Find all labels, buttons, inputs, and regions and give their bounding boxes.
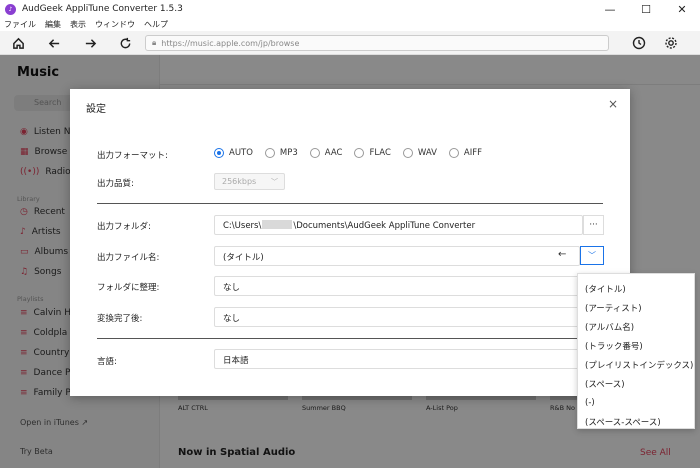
format-aac-radio[interactable]: AAC xyxy=(309,148,342,158)
back-arrow-icon[interactable] xyxy=(45,34,63,52)
dialog-title: 設定 xyxy=(86,104,106,115)
output-folder-label: 出力フォルダ: xyxy=(97,222,151,232)
maximize-button[interactable]: ☐ xyxy=(628,0,664,18)
title-bar: ♪ AudGeek AppliTune Converter 1.5.3 — ☐ … xyxy=(0,0,700,18)
dialog-close-button[interactable]: × xyxy=(608,97,618,111)
dropdown-item-space[interactable]: (スペース) xyxy=(578,374,694,393)
radio-selected-icon xyxy=(214,148,224,158)
dropdown-item-artist[interactable]: (アーティスト) xyxy=(578,298,694,317)
dropdown-item-album[interactable]: (アルバム名) xyxy=(578,317,694,336)
menu-file[interactable]: ファイル xyxy=(4,19,36,30)
format-mp3-radio[interactable]: MP3 xyxy=(264,148,298,158)
section-divider xyxy=(97,203,603,204)
reload-icon[interactable] xyxy=(116,34,134,52)
dropdown-item-title[interactable]: (タイトル) xyxy=(578,279,694,298)
section-divider xyxy=(97,338,603,339)
after-convert-select[interactable]: なし xyxy=(214,307,580,327)
chevron-down-icon: ﹀ xyxy=(271,178,278,186)
forward-arrow-icon[interactable] xyxy=(81,34,99,52)
radio-icon xyxy=(402,148,413,158)
home-icon[interactable] xyxy=(9,34,27,52)
menu-help[interactable]: ヘルプ xyxy=(144,19,168,30)
output-format-label: 出力フォーマット: xyxy=(97,151,168,161)
dropdown-item-playlist-index[interactable]: (プレイリストインデックス) xyxy=(578,355,694,374)
organize-folder-select[interactable]: なし xyxy=(214,276,580,296)
output-quality-select[interactable]: 256kbps ﹀ xyxy=(214,173,285,190)
url-text: https://music.apple.com/jp/browse xyxy=(161,38,300,48)
settings-gear-icon[interactable] xyxy=(662,34,680,52)
menu-view[interactable]: 表示 xyxy=(70,19,86,30)
close-window-button[interactable]: ✕ xyxy=(664,0,700,18)
radio-icon xyxy=(309,148,320,158)
redacted-username xyxy=(262,220,293,229)
window-controls: — ☐ ✕ xyxy=(592,0,700,18)
filename-dropdown-button[interactable]: ﹀ xyxy=(580,246,604,265)
language-label: 言語: xyxy=(97,357,117,367)
address-bar[interactable]: 🔒︎ https://music.apple.com/jp/browse xyxy=(145,35,609,51)
dropdown-item-space-hyphen-space[interactable]: (スペース-スペース) xyxy=(578,412,694,431)
after-convert-label: 変換完了後: xyxy=(97,314,143,324)
settings-dialog: 設定 × 出力フォーマット: AUTO MP3 AAC FLAC WAV AIF… xyxy=(70,89,630,396)
organize-folder-label: フォルダに整理: xyxy=(97,283,160,293)
backspace-arrow-icon[interactable]: ← xyxy=(558,249,566,260)
output-quality-label: 出力品質: xyxy=(97,179,134,189)
dropdown-item-track-number[interactable]: (トラック番号) xyxy=(578,336,694,355)
radio-icon xyxy=(354,148,365,158)
menu-window[interactable]: ウィンドウ xyxy=(95,19,135,30)
output-filename-field[interactable]: (タイトル) xyxy=(214,246,580,266)
menu-bar: ファイル 編集 表示 ウィンドウ ヘルプ xyxy=(0,18,700,31)
filename-tag-dropdown: (タイトル) (アーティスト) (アルバム名) (トラック番号) (プレイリスト… xyxy=(577,273,695,429)
output-format-radio-group: AUTO MP3 AAC FLAC WAV AIFF xyxy=(214,148,494,158)
format-wav-radio[interactable]: WAV xyxy=(402,148,437,158)
app-logo-icon: ♪ xyxy=(5,3,16,15)
format-auto-radio[interactable]: AUTO xyxy=(214,148,253,158)
output-filename-label: 出力ファイル名: xyxy=(97,253,160,263)
menu-edit[interactable]: 編集 xyxy=(45,19,61,30)
window-title: AudGeek AppliTune Converter 1.5.3 xyxy=(22,4,183,14)
language-select[interactable]: 日本語 xyxy=(214,349,580,369)
chevron-down-icon: ﹀ xyxy=(588,251,596,260)
format-aiff-radio[interactable]: AIFF xyxy=(448,148,482,158)
minimize-button[interactable]: — xyxy=(592,0,628,18)
radio-icon xyxy=(264,148,275,158)
history-icon[interactable] xyxy=(630,34,648,52)
format-flac-radio[interactable]: FLAC xyxy=(354,148,391,158)
output-folder-field[interactable]: C:\Users\ \Documents\AudGeek AppliTune Co… xyxy=(214,215,583,235)
browser-toolbar: 🔒︎ https://music.apple.com/jp/browse xyxy=(0,31,700,55)
lock-icon: 🔒︎ xyxy=(152,38,157,47)
radio-icon xyxy=(448,148,459,158)
browse-folder-button[interactable]: ··· xyxy=(583,215,604,235)
dropdown-item-hyphen[interactable]: (-) xyxy=(578,393,694,412)
